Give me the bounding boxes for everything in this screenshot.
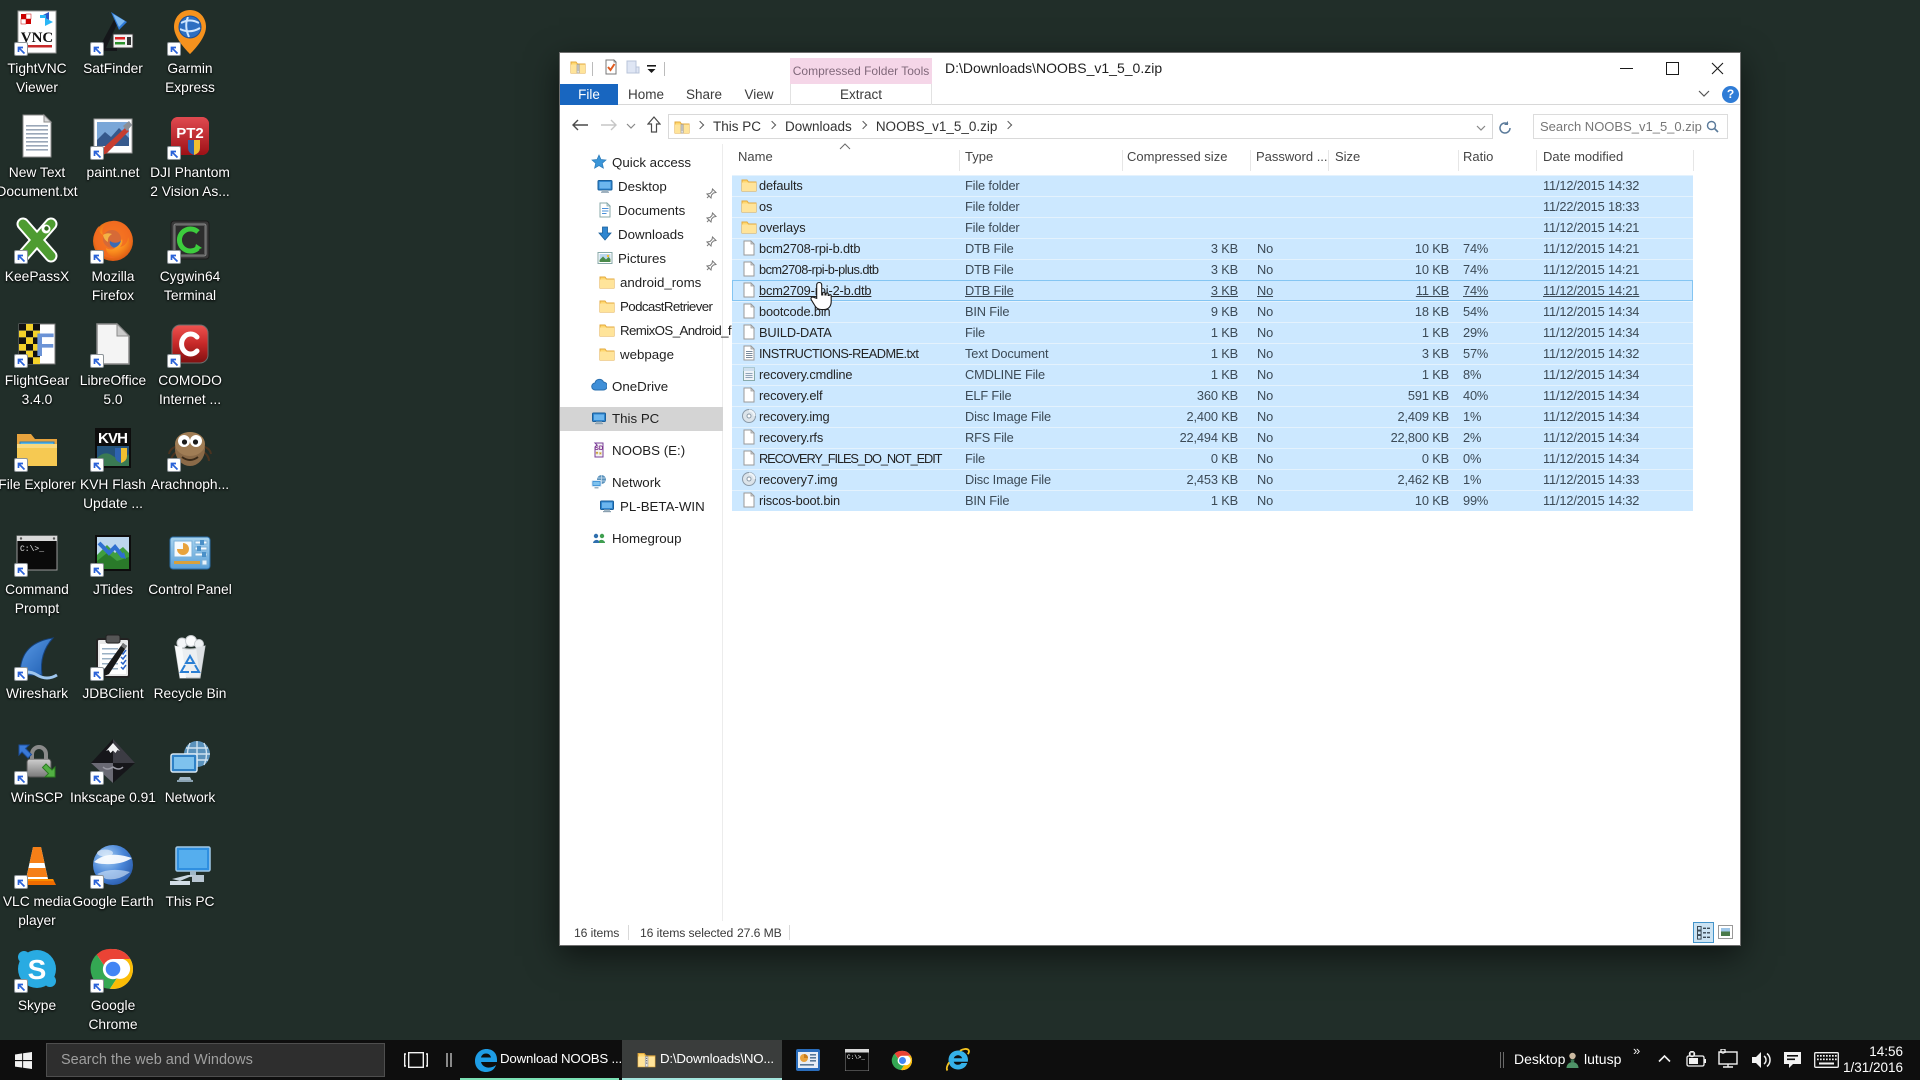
svg-text:S: S (28, 954, 47, 985)
svg-text:F: F (35, 327, 55, 363)
svg-text:C:\>_: C:\>_ (847, 1054, 865, 1061)
svg-text:SD: SD (595, 446, 604, 452)
svg-text:C:\>_: C:\>_ (20, 545, 44, 554)
svg-text:PT2: PT2 (176, 125, 204, 142)
svg-text:KVH: KVH (98, 430, 128, 447)
